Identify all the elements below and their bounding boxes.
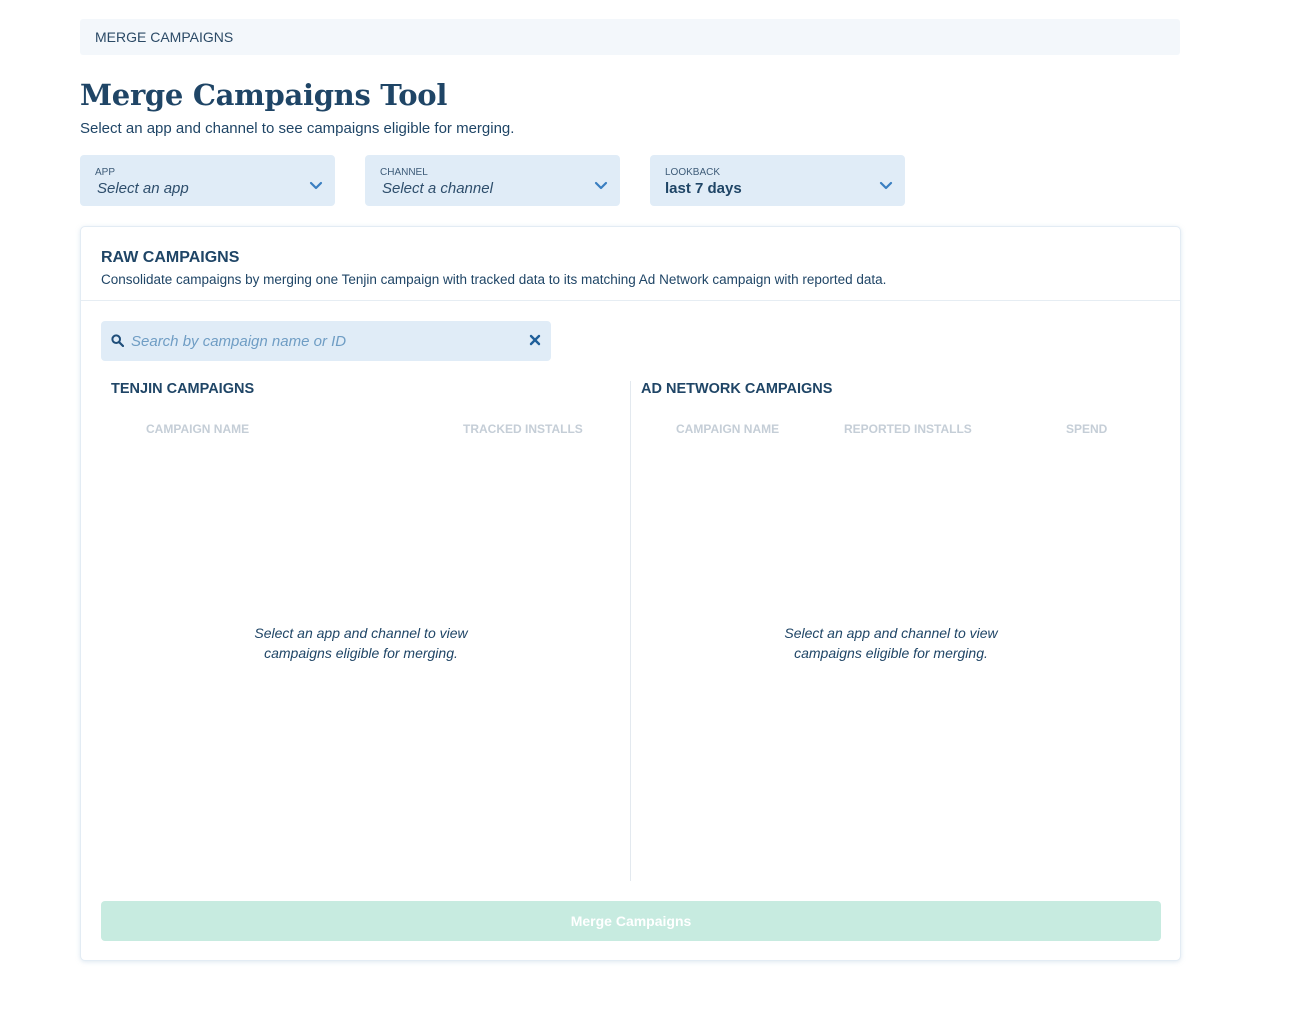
tenjin-campaigns-title: TENJIN CAMPAIGNS bbox=[111, 381, 255, 397]
breadcrumb: MERGE CAMPAIGNS bbox=[80, 19, 1180, 55]
app-select[interactable]: APP Select an app bbox=[80, 155, 335, 206]
page-subtitle: Select an app and channel to see campaig… bbox=[80, 120, 515, 137]
tenjin-col-tracked-installs[interactable]: TRACKED INSTALLS bbox=[463, 422, 583, 436]
app-select-value: Select an app bbox=[97, 180, 189, 197]
lookback-select-value: last 7 days bbox=[665, 180, 742, 197]
panel-divider bbox=[630, 381, 631, 881]
chevron-down-icon bbox=[309, 181, 323, 190]
adnetwork-col-reported-installs[interactable]: REPORTED INSTALLS bbox=[844, 422, 972, 436]
close-icon[interactable] bbox=[527, 332, 543, 348]
search-icon bbox=[111, 334, 124, 347]
lookback-select[interactable]: LOOKBACK last 7 days bbox=[650, 155, 905, 206]
merge-campaigns-button[interactable]: Merge Campaigns bbox=[101, 901, 1161, 941]
tenjin-col-campaign-name[interactable]: CAMPAIGN NAME bbox=[146, 422, 249, 436]
card-divider bbox=[81, 300, 1180, 301]
app-select-label: APP bbox=[95, 167, 116, 178]
page-title: Merge Campaigns Tool bbox=[80, 78, 448, 112]
tenjin-empty-line-2: campaigns eligible for merging. bbox=[264, 645, 458, 661]
adnetwork-empty-state: Select an app and channel to view campai… bbox=[761, 623, 1021, 663]
adnetwork-col-spend[interactable]: SPEND bbox=[1066, 422, 1107, 436]
adnetwork-campaigns-title: AD NETWORK CAMPAIGNS bbox=[641, 381, 833, 397]
channel-select-value: Select a channel bbox=[382, 180, 493, 197]
adnetwork-col-campaign-name[interactable]: CAMPAIGN NAME bbox=[676, 422, 779, 436]
raw-campaigns-description: Consolidate campaigns by merging one Ten… bbox=[101, 272, 887, 287]
campaign-search bbox=[101, 321, 551, 361]
raw-campaigns-title: RAW CAMPAIGNS bbox=[101, 249, 240, 266]
channel-select-label: CHANNEL bbox=[380, 167, 428, 178]
lookback-select-label: LOOKBACK bbox=[665, 167, 721, 178]
chevron-down-icon bbox=[879, 181, 893, 190]
search-input[interactable] bbox=[131, 321, 521, 361]
adnetwork-empty-line-1: Select an app and channel to view bbox=[784, 625, 998, 641]
channel-select[interactable]: CHANNEL Select a channel bbox=[365, 155, 620, 206]
tenjin-empty-state: Select an app and channel to view campai… bbox=[231, 623, 491, 663]
adnetwork-empty-line-2: campaigns eligible for merging. bbox=[794, 645, 988, 661]
raw-campaigns-card: RAW CAMPAIGNS Consolidate campaigns by m… bbox=[80, 226, 1181, 961]
tenjin-empty-line-1: Select an app and channel to view bbox=[254, 625, 468, 641]
chevron-down-icon bbox=[594, 181, 608, 190]
